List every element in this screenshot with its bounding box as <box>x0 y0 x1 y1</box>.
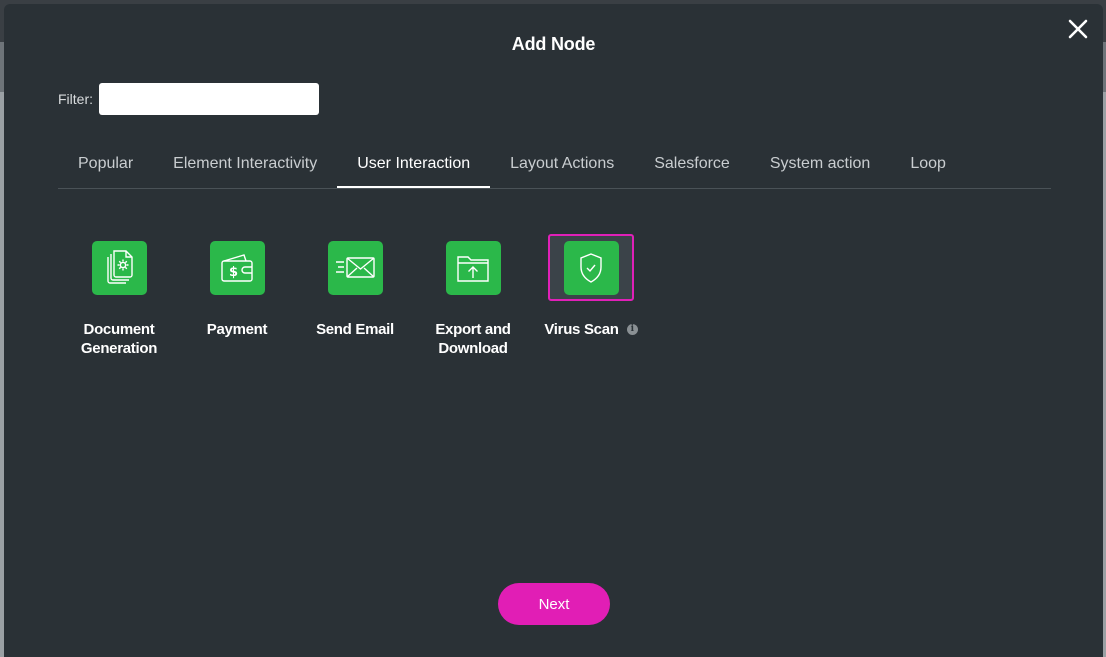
wallet-icon: $ <box>209 240 265 295</box>
node-icon-frame <box>548 234 634 301</box>
node-grid: Document Generation $ Payment Send Email… <box>60 234 650 358</box>
node-icon-frame <box>312 234 398 301</box>
email-icon <box>327 240 383 295</box>
filter-row: Filter: <box>58 83 319 115</box>
node-label: Payment <box>206 321 268 338</box>
node-label-row: Virus Scan i <box>544 320 638 339</box>
node-virus-scan[interactable]: Virus Scan i <box>532 234 650 358</box>
node-label: Export and Download <box>435 321 511 357</box>
node-icon-frame <box>76 234 162 301</box>
node-label: Virus Scan <box>544 321 619 338</box>
next-button[interactable]: Next <box>498 583 610 625</box>
filter-input[interactable] <box>99 83 319 115</box>
node-label: Document Generation <box>80 321 158 357</box>
document-generation-icon <box>91 240 147 295</box>
info-icon[interactable]: i <box>626 324 638 335</box>
node-payment[interactable]: $ Payment <box>178 234 296 358</box>
node-label: Send Email <box>316 321 394 338</box>
close-button[interactable] <box>1065 16 1091 42</box>
folder-upload-icon <box>445 240 501 295</box>
tab-user-interaction[interactable]: User Interaction <box>337 144 491 188</box>
filter-label: Filter: <box>58 91 93 107</box>
tab-loop[interactable]: Loop <box>890 144 966 188</box>
tab-popular[interactable]: Popular <box>58 144 153 188</box>
modal-title: Add Node <box>511 34 596 54</box>
close-icon <box>1068 19 1088 39</box>
node-icon-frame <box>430 234 516 301</box>
tab-layout-actions[interactable]: Layout Actions <box>490 144 634 188</box>
node-send-email[interactable]: Send Email <box>296 234 414 358</box>
svg-text:$: $ <box>229 265 238 280</box>
add-node-modal: Add Node Filter: Popular Element Interac… <box>4 4 1103 657</box>
node-icon-frame: $ <box>194 234 280 301</box>
category-tabs: Popular Element Interactivity User Inter… <box>58 144 1051 189</box>
node-document-generation[interactable]: Document Generation <box>60 234 178 358</box>
tab-salesforce[interactable]: Salesforce <box>634 144 750 188</box>
shield-check-icon <box>563 240 619 295</box>
tab-system-action[interactable]: System action <box>750 144 890 188</box>
tab-element-interactivity[interactable]: Element Interactivity <box>153 144 337 188</box>
node-export-and-download[interactable]: Export and Download <box>414 234 532 358</box>
